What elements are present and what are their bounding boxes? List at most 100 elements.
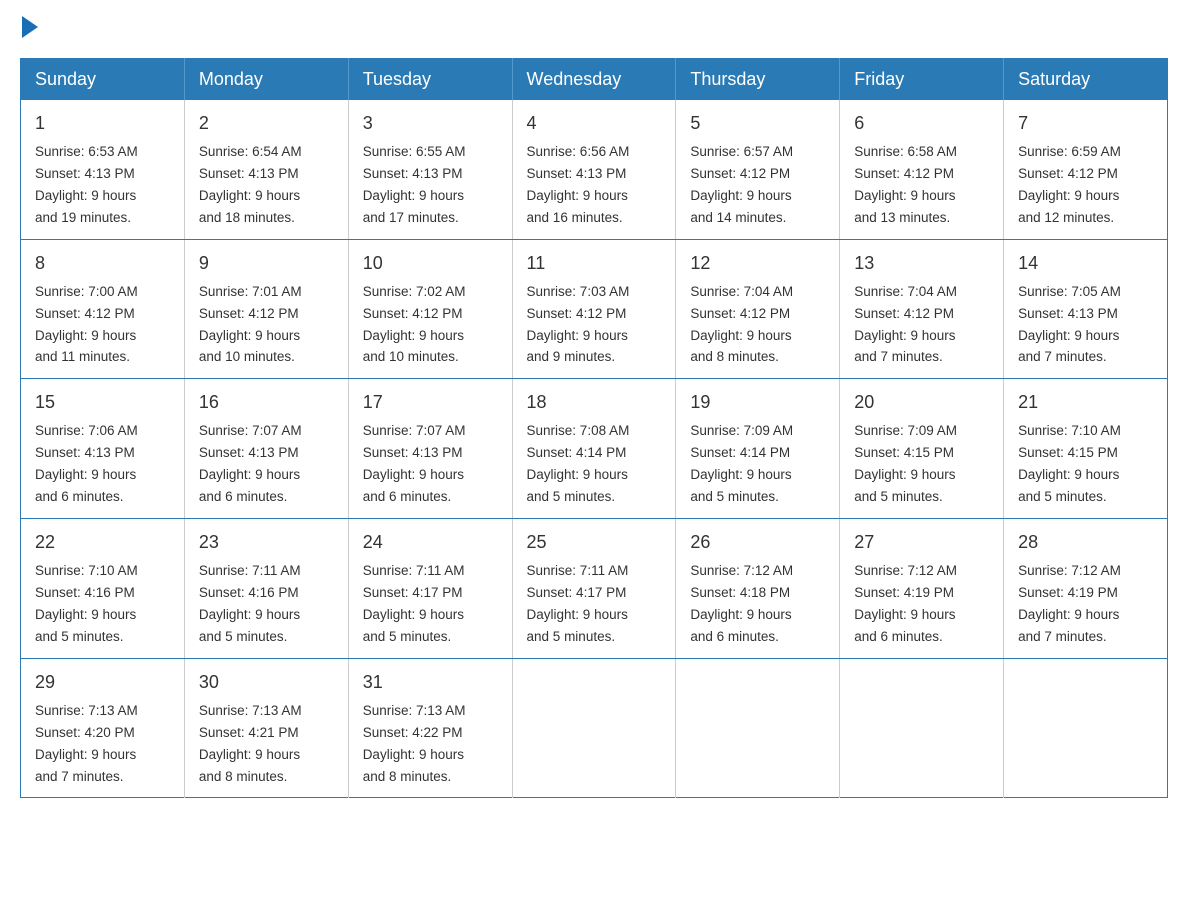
- day-number: 12: [690, 250, 825, 277]
- day-info: Sunrise: 7:12 AMSunset: 4:19 PMDaylight:…: [1018, 563, 1121, 644]
- calendar-cell: 28 Sunrise: 7:12 AMSunset: 4:19 PMDayligh…: [1004, 519, 1168, 659]
- calendar-cell: [676, 658, 840, 798]
- day-info: Sunrise: 7:12 AMSunset: 4:19 PMDaylight:…: [854, 563, 957, 644]
- calendar-cell: 5Sunrise: 6:57 AMSunset: 4:12 PMDaylight…: [676, 100, 840, 239]
- day-number: 24: [363, 529, 498, 556]
- day-number: 23: [199, 529, 334, 556]
- calendar-cell: 26Sunrise: 7:12 AMSunset: 4:18 PMDayligh…: [676, 519, 840, 659]
- day-info: Sunrise: 6:57 AMSunset: 4:12 PMDaylight:…: [690, 144, 793, 225]
- calendar-cell: 27 Sunrise: 7:12 AMSunset: 4:19 PMDayligh…: [840, 519, 1004, 659]
- calendar-cell: [512, 658, 676, 798]
- day-info: Sunrise: 7:13 AMSunset: 4:22 PMDaylight:…: [363, 703, 466, 784]
- header-saturday: Saturday: [1004, 59, 1168, 101]
- day-info: Sunrise: 6:55 AMSunset: 4:13 PMDaylight:…: [363, 144, 466, 225]
- header-tuesday: Tuesday: [348, 59, 512, 101]
- day-info: Sunrise: 7:00 AMSunset: 4:12 PMDaylight:…: [35, 284, 138, 365]
- day-number: 4: [527, 110, 662, 137]
- page-header: [20, 20, 1168, 38]
- calendar-cell: 13 Sunrise: 7:04 AMSunset: 4:12 PMDayligh…: [840, 239, 1004, 379]
- calendar-cell: 24Sunrise: 7:11 AMSunset: 4:17 PMDayligh…: [348, 519, 512, 659]
- calendar-week-row: 8 Sunrise: 7:00 AMSunset: 4:12 PMDaylight…: [21, 239, 1168, 379]
- day-info: Sunrise: 6:56 AMSunset: 4:13 PMDaylight:…: [527, 144, 630, 225]
- calendar-cell: 3 Sunrise: 6:55 AMSunset: 4:13 PMDaylight…: [348, 100, 512, 239]
- day-number: 6: [854, 110, 989, 137]
- calendar-week-row: 29Sunrise: 7:13 AMSunset: 4:20 PMDayligh…: [21, 658, 1168, 798]
- logo-triangle-icon: [22, 16, 38, 38]
- day-info: Sunrise: 7:10 AMSunset: 4:15 PMDaylight:…: [1018, 423, 1121, 504]
- day-number: 21: [1018, 389, 1153, 416]
- day-number: 19: [690, 389, 825, 416]
- day-info: Sunrise: 6:58 AMSunset: 4:12 PMDaylight:…: [854, 144, 957, 225]
- calendar-cell: 10 Sunrise: 7:02 AMSunset: 4:12 PMDayligh…: [348, 239, 512, 379]
- day-number: 27: [854, 529, 989, 556]
- day-number: 30: [199, 669, 334, 696]
- calendar-cell: 9 Sunrise: 7:01 AMSunset: 4:12 PMDaylight…: [184, 239, 348, 379]
- calendar-cell: 8 Sunrise: 7:00 AMSunset: 4:12 PMDaylight…: [21, 239, 185, 379]
- header-friday: Friday: [840, 59, 1004, 101]
- day-info: Sunrise: 7:13 AMSunset: 4:20 PMDaylight:…: [35, 703, 138, 784]
- header-sunday: Sunday: [21, 59, 185, 101]
- logo: [20, 20, 38, 38]
- day-info: Sunrise: 7:05 AMSunset: 4:13 PMDaylight:…: [1018, 284, 1121, 365]
- calendar-cell: 7 Sunrise: 6:59 AMSunset: 4:12 PMDaylight…: [1004, 100, 1168, 239]
- day-info: Sunrise: 7:02 AMSunset: 4:12 PMDaylight:…: [363, 284, 466, 365]
- day-info: Sunrise: 7:11 AMSunset: 4:16 PMDaylight:…: [199, 563, 301, 644]
- calendar-cell: 15 Sunrise: 7:06 AMSunset: 4:13 PMDayligh…: [21, 379, 185, 519]
- calendar-cell: 25 Sunrise: 7:11 AMSunset: 4:17 PMDayligh…: [512, 519, 676, 659]
- calendar-cell: 16 Sunrise: 7:07 AMSunset: 4:13 PMDayligh…: [184, 379, 348, 519]
- day-number: 17: [363, 389, 498, 416]
- day-number: 8: [35, 250, 170, 277]
- calendar-week-row: 22 Sunrise: 7:10 AMSunset: 4:16 PMDayligh…: [21, 519, 1168, 659]
- calendar-cell: 11 Sunrise: 7:03 AMSunset: 4:12 PMDayligh…: [512, 239, 676, 379]
- day-number: 15: [35, 389, 170, 416]
- day-info: Sunrise: 7:01 AMSunset: 4:12 PMDaylight:…: [199, 284, 302, 365]
- day-number: 20: [854, 389, 989, 416]
- day-info: Sunrise: 7:11 AMSunset: 4:17 PMDaylight:…: [527, 563, 629, 644]
- day-number: 16: [199, 389, 334, 416]
- day-info: Sunrise: 7:04 AMSunset: 4:12 PMDaylight:…: [690, 284, 793, 365]
- day-info: Sunrise: 7:09 AMSunset: 4:14 PMDaylight:…: [690, 423, 793, 504]
- calendar-cell: 4 Sunrise: 6:56 AMSunset: 4:13 PMDaylight…: [512, 100, 676, 239]
- calendar-cell: 22 Sunrise: 7:10 AMSunset: 4:16 PMDayligh…: [21, 519, 185, 659]
- day-number: 14: [1018, 250, 1153, 277]
- calendar-cell: 12 Sunrise: 7:04 AMSunset: 4:12 PMDayligh…: [676, 239, 840, 379]
- calendar-cell: [1004, 658, 1168, 798]
- calendar-cell: 14 Sunrise: 7:05 AMSunset: 4:13 PMDayligh…: [1004, 239, 1168, 379]
- calendar-cell: [840, 658, 1004, 798]
- calendar-cell: 20Sunrise: 7:09 AMSunset: 4:15 PMDayligh…: [840, 379, 1004, 519]
- day-info: Sunrise: 7:13 AMSunset: 4:21 PMDaylight:…: [199, 703, 302, 784]
- day-info: Sunrise: 6:54 AMSunset: 4:13 PMDaylight:…: [199, 144, 302, 225]
- day-number: 25: [527, 529, 662, 556]
- calendar-cell: 19 Sunrise: 7:09 AMSunset: 4:14 PMDayligh…: [676, 379, 840, 519]
- day-info: Sunrise: 7:07 AMSunset: 4:13 PMDaylight:…: [199, 423, 302, 504]
- day-number: 11: [527, 250, 662, 277]
- calendar-cell: 29Sunrise: 7:13 AMSunset: 4:20 PMDayligh…: [21, 658, 185, 798]
- day-number: 9: [199, 250, 334, 277]
- day-info: Sunrise: 7:10 AMSunset: 4:16 PMDaylight:…: [35, 563, 138, 644]
- day-number: 28: [1018, 529, 1153, 556]
- header-monday: Monday: [184, 59, 348, 101]
- day-number: 10: [363, 250, 498, 277]
- day-number: 3: [363, 110, 498, 137]
- day-info: Sunrise: 7:08 AMSunset: 4:14 PMDaylight:…: [527, 423, 630, 504]
- day-info: Sunrise: 7:04 AMSunset: 4:12 PMDaylight:…: [854, 284, 957, 365]
- day-number: 1: [35, 110, 170, 137]
- calendar-cell: 30 Sunrise: 7:13 AMSunset: 4:21 PMDayligh…: [184, 658, 348, 798]
- calendar-week-row: 1Sunrise: 6:53 AMSunset: 4:13 PMDaylight…: [21, 100, 1168, 239]
- day-number: 13: [854, 250, 989, 277]
- day-info: Sunrise: 7:06 AMSunset: 4:13 PMDaylight:…: [35, 423, 138, 504]
- calendar-cell: 31 Sunrise: 7:13 AMSunset: 4:22 PMDayligh…: [348, 658, 512, 798]
- day-number: 7: [1018, 110, 1153, 137]
- calendar-cell: 2 Sunrise: 6:54 AMSunset: 4:13 PMDaylight…: [184, 100, 348, 239]
- day-info: Sunrise: 7:03 AMSunset: 4:12 PMDaylight:…: [527, 284, 630, 365]
- calendar-cell: 6 Sunrise: 6:58 AMSunset: 4:12 PMDaylight…: [840, 100, 1004, 239]
- day-info: Sunrise: 6:59 AMSunset: 4:12 PMDaylight:…: [1018, 144, 1121, 225]
- calendar-cell: 17 Sunrise: 7:07 AMSunset: 4:13 PMDayligh…: [348, 379, 512, 519]
- day-number: 2: [199, 110, 334, 137]
- day-info: Sunrise: 7:12 AMSunset: 4:18 PMDaylight:…: [690, 563, 793, 644]
- calendar-cell: 1Sunrise: 6:53 AMSunset: 4:13 PMDaylight…: [21, 100, 185, 239]
- day-number: 31: [363, 669, 498, 696]
- day-number: 22: [35, 529, 170, 556]
- calendar-cell: 18Sunrise: 7:08 AMSunset: 4:14 PMDayligh…: [512, 379, 676, 519]
- day-info: Sunrise: 7:07 AMSunset: 4:13 PMDaylight:…: [363, 423, 466, 504]
